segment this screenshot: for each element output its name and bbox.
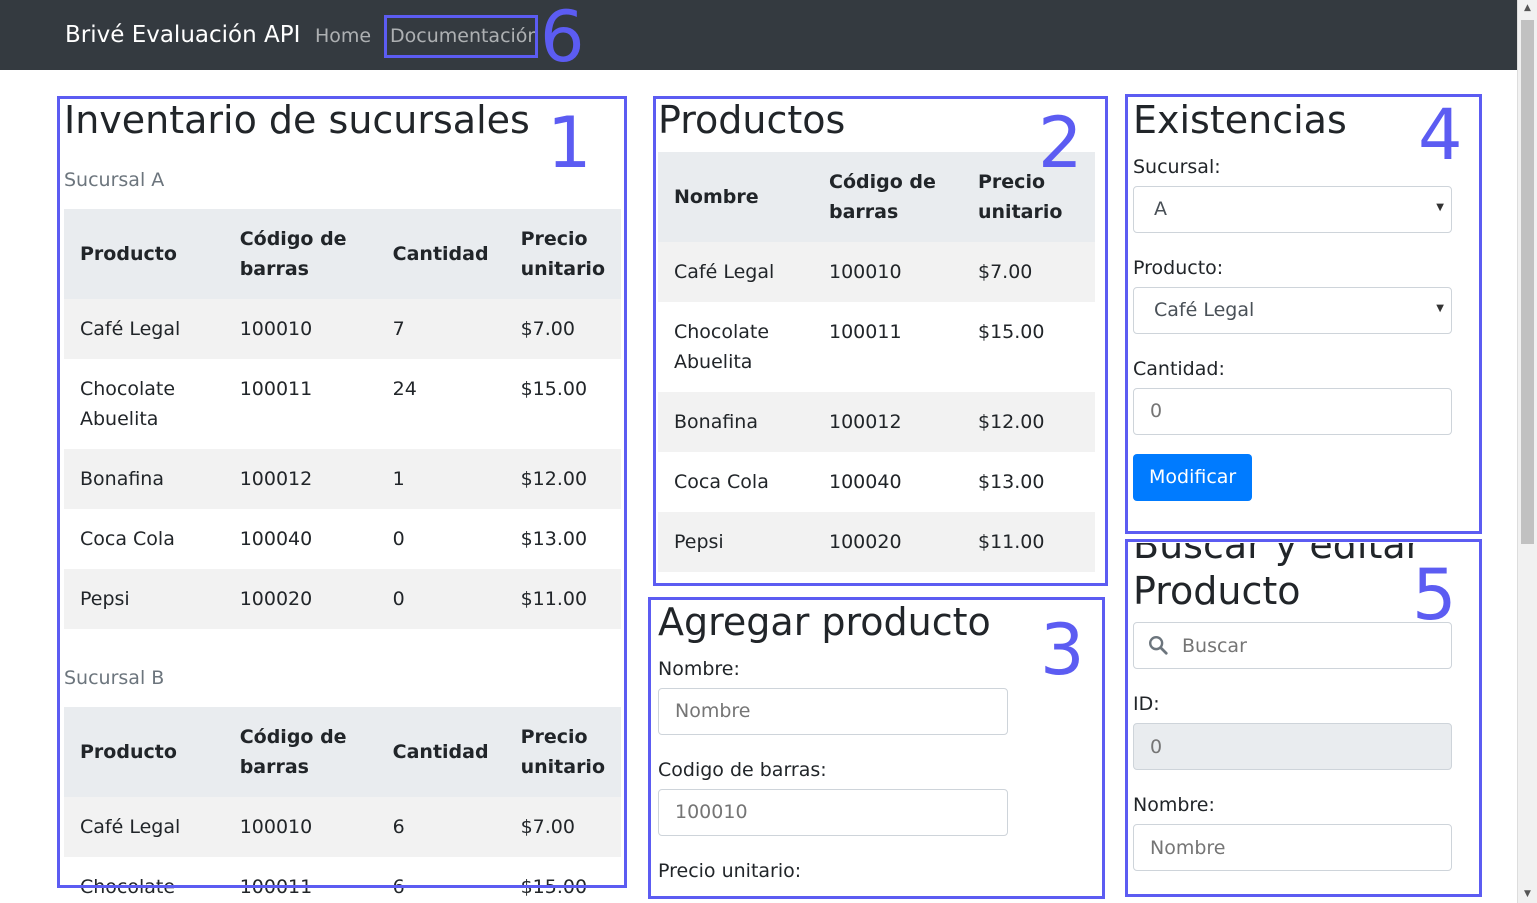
navbar-brand[interactable]: Brivé Evaluación API — [65, 22, 300, 48]
annotation-number-6: 6 — [540, 0, 585, 78]
page-scrollbar[interactable]: ▲ ▼ — [1517, 0, 1537, 903]
annotation-box-3 — [648, 597, 1105, 899]
annotation-number-4: 4 — [1418, 94, 1463, 176]
annotation-box-1 — [57, 96, 627, 888]
annotation-number-3: 3 — [1040, 609, 1085, 691]
scrollbar-thumb[interactable] — [1521, 20, 1534, 544]
top-navbar: Brivé Evaluación API Home Documentación — [0, 0, 1517, 70]
scroll-down-icon[interactable]: ▼ — [1518, 886, 1537, 903]
annotation-number-5: 5 — [1412, 554, 1457, 636]
annotation-number-1: 1 — [547, 102, 592, 184]
nav-link-home[interactable]: Home — [315, 25, 371, 47]
annotation-number-2: 2 — [1038, 102, 1083, 184]
annotation-box-6 — [384, 15, 538, 58]
scroll-up-icon[interactable]: ▲ — [1518, 0, 1537, 17]
